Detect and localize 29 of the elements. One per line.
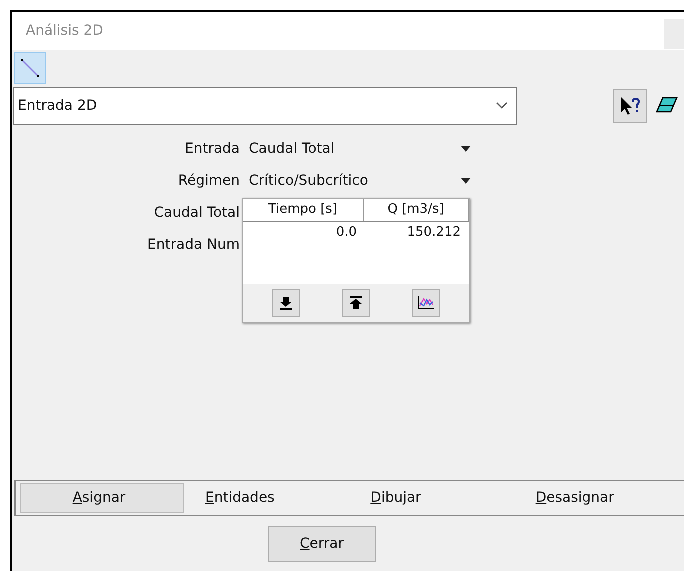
download-icon: [279, 296, 293, 310]
dropdown[interactable]: Crítico/Subcrítico: [249, 173, 471, 189]
field-label: Régimen: [177, 173, 240, 189]
line-chart-icon: [417, 295, 435, 311]
upload-icon: [349, 296, 363, 310]
column-header[interactable]: Q [m3/s]: [364, 199, 469, 221]
cursor-question-icon: [618, 95, 642, 117]
table-cell-text: 0.0: [335, 224, 358, 242]
chevron-icon: [496, 102, 508, 110]
chart-button[interactable]: [412, 289, 440, 317]
field-label: Entrada: [184, 141, 240, 157]
tab[interactable]: Asignar: [20, 483, 184, 513]
help-cursor-button[interactable]: [613, 89, 647, 123]
table-cell-text: 150.212: [406, 224, 462, 242]
tab[interactable]: Entidades: [184, 483, 350, 513]
column-header[interactable]: Tiempo [s]: [243, 199, 364, 221]
close-dialog-button[interactable]: Cerrar: [268, 526, 376, 562]
tab[interactable]: Desasignar: [514, 483, 680, 513]
tab[interactable]: Dibujar: [350, 483, 515, 513]
import-button[interactable]: [272, 289, 300, 317]
entry-combo[interactable]: Entrada 2D: [13, 87, 517, 125]
line-tool-button[interactable]: [14, 52, 46, 84]
dropdown[interactable]: Caudal Total: [249, 141, 471, 157]
caret-icon: [461, 178, 471, 184]
field-label: Caudal Total: [153, 205, 240, 221]
export-button[interactable]: [342, 289, 370, 317]
field-label: Entrada Num: [146, 237, 240, 253]
window-title: Análisis 2D: [26, 23, 104, 39]
caret-icon: [461, 146, 471, 152]
